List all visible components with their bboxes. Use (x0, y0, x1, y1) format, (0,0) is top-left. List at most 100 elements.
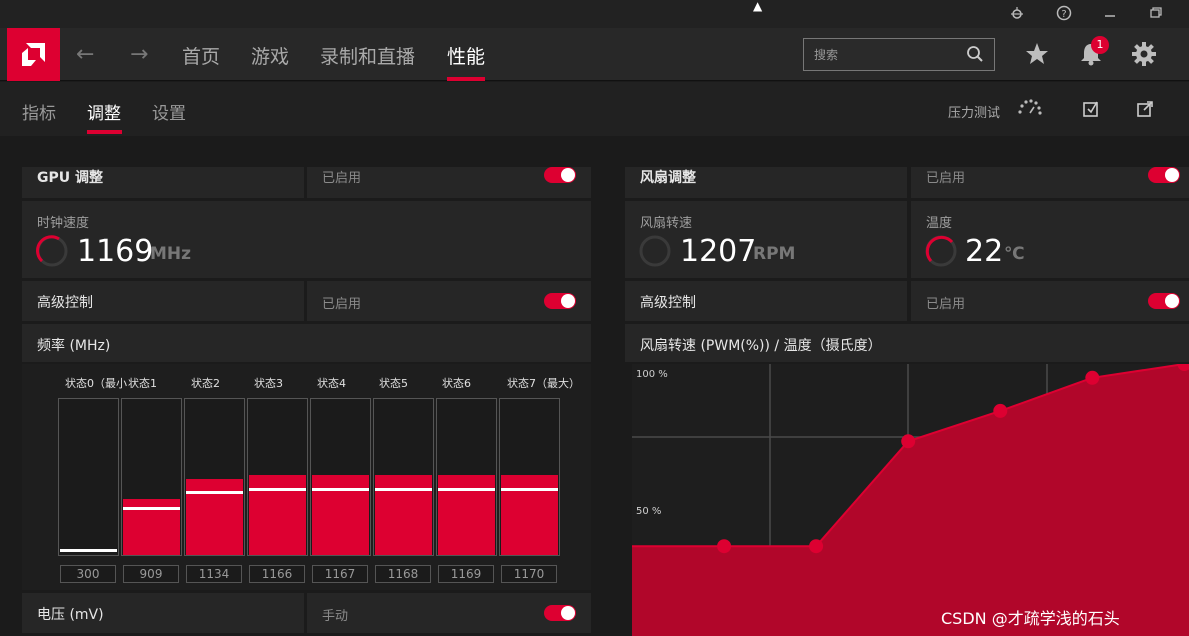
state-slider[interactable] (499, 398, 560, 556)
help-icon[interactable]: ? (1055, 5, 1073, 23)
fan-advanced-control-label: 高级控制 (640, 295, 696, 311)
state-slider-handle[interactable] (375, 488, 432, 491)
state-value-field[interactable]: 300 (60, 565, 116, 583)
section-spacer (0, 136, 1189, 167)
fan-advanced-control-row: 高级控制 (625, 281, 907, 321)
stress-test-label[interactable]: 压力测试 (948, 102, 1000, 121)
fan-tuning-header: 风扇调整 (625, 167, 907, 198)
sub-nav-bar: 指标 调整 设置 压力测试 (0, 82, 1189, 136)
temperature-value: 22 (965, 234, 1004, 269)
restore-window-icon[interactable] (1147, 5, 1165, 23)
tab-home[interactable]: 首页 (182, 42, 220, 69)
state-slider[interactable] (436, 398, 497, 556)
state-value-field[interactable]: 1169 (438, 565, 494, 583)
subtab-tuning[interactable]: 调整 (87, 99, 121, 124)
fan-curve-title: 风扇转速 (PWM(%)) / 温度（摄氏度） (640, 338, 882, 354)
fan-curve-point[interactable] (809, 539, 824, 554)
back-arrow-icon[interactable]: ← (76, 42, 94, 67)
fan-tuning-title: 风扇调整 (640, 170, 696, 186)
gpu-advanced-status: 已启用 (322, 297, 362, 312)
state-value-field[interactable]: 1134 (186, 565, 242, 583)
state-label: 状态2 (191, 377, 220, 390)
watermark: CSDN @才疏学浅的石头 (941, 609, 1120, 628)
state-value-field[interactable]: 909 (123, 565, 179, 583)
export-profile-icon[interactable] (1135, 99, 1155, 119)
state-slider[interactable] (121, 398, 182, 556)
subtab-metrics[interactable]: 指标 (22, 99, 56, 124)
state-slider[interactable] (184, 398, 245, 556)
title-bar: ▲ ? (0, 0, 1189, 28)
gpu-tuning-toggle[interactable] (544, 167, 576, 183)
state-slider-handle[interactable] (60, 549, 117, 552)
state-fill (249, 475, 306, 555)
state-value-field[interactable]: 1170 (501, 565, 557, 583)
fan-curve-svg[interactable]: 100 % 50 % (632, 357, 1189, 636)
state-slider-handle[interactable] (123, 507, 180, 510)
favorites-star-icon[interactable] (1024, 41, 1050, 67)
state-label: 状态0（最小 (65, 377, 127, 390)
fan-curve-point[interactable] (993, 403, 1008, 418)
state-fill (375, 475, 432, 555)
main-nav-bar: ← → 首页 游戏 录制和直播 性能 1 (0, 28, 1189, 81)
state-fill (438, 475, 495, 555)
state-slider[interactable] (58, 398, 119, 556)
fan-speed-unit: RPM (753, 244, 796, 264)
state-label: 状态3 (254, 377, 283, 390)
minimize-icon[interactable] (1101, 5, 1119, 23)
notification-badge: 1 (1091, 36, 1109, 54)
app-window: ▲ ? ← → 首页 游戏 录制和直播 性能 搜索 1 指标 调整 设置 压力测… (0, 0, 1189, 636)
voltage-toggle[interactable] (544, 605, 576, 621)
subtab-settings[interactable]: 设置 (152, 99, 186, 124)
fan-curve-point[interactable] (717, 539, 732, 554)
state-slider-handle[interactable] (312, 488, 369, 491)
voltage-row: 电压 (mV) (22, 593, 304, 633)
search-box[interactable] (803, 38, 995, 71)
active-subtab-indicator (87, 130, 122, 134)
state-slider-handle[interactable] (501, 488, 558, 491)
tab-record-stream[interactable]: 录制和直播 (320, 42, 415, 69)
voltage-toggle-row: 手动 (307, 593, 591, 633)
search-icon[interactable] (966, 45, 984, 63)
state-value-field[interactable]: 1168 (375, 565, 431, 583)
state-label: 状态5 (379, 377, 408, 390)
amd-logo-icon (22, 43, 45, 66)
fan-speed-gauge-icon (639, 235, 671, 267)
state-value-field[interactable]: 1167 (312, 565, 368, 583)
frequency-states-panel: 状态0（最小 300 状态1 909 状态2 1134 状态3 1166 状态4 1167 状态5 1… (22, 364, 591, 590)
clock-speed-label: 时钟速度 (37, 216, 90, 231)
temperature-label: 温度 (926, 216, 953, 231)
fan-curve-chart[interactable]: 100 % 50 % (632, 357, 1189, 636)
import-profile-icon[interactable] (1081, 99, 1101, 119)
fan-curve-point[interactable] (1085, 370, 1100, 385)
frequency-header: 频率 (MHz) (22, 324, 591, 362)
tab-performance[interactable]: 性能 (447, 42, 485, 69)
state-slider[interactable] (373, 398, 434, 556)
active-tab-indicator (447, 77, 485, 81)
y-tick-label: 50 % (636, 506, 661, 517)
fan-tuning-toggle-row: 已启用 (911, 167, 1189, 198)
gpu-advanced-toggle[interactable] (544, 293, 576, 309)
state-slider-handle[interactable] (438, 488, 495, 491)
fan-advanced-toggle[interactable] (1148, 293, 1180, 309)
amd-logo[interactable] (7, 28, 60, 81)
fan-tuning-toggle[interactable] (1148, 167, 1180, 183)
clock-speed-card: 时钟速度 1169 MHz (22, 201, 591, 278)
tab-games[interactable]: 游戏 (251, 42, 289, 69)
clock-speed-unit: MHz (150, 244, 192, 264)
fan-speed-value: 1207 (680, 234, 757, 269)
state-slider[interactable] (247, 398, 308, 556)
forward-arrow-icon[interactable]: → (130, 42, 148, 67)
fan-advanced-status: 已启用 (926, 297, 966, 312)
gpu-tuning-header: GPU 调整 (22, 167, 304, 198)
state-slider[interactable] (310, 398, 371, 556)
stress-test-gauge-icon[interactable] (1017, 99, 1043, 115)
state-slider-handle[interactable] (186, 491, 243, 494)
state-slider-handle[interactable] (249, 488, 306, 491)
search-input[interactable] (814, 45, 954, 65)
bug-report-icon[interactable] (1008, 5, 1026, 23)
fan-speed-card: 风扇转速 1207 RPM (625, 201, 907, 278)
fan-curve-point[interactable] (901, 434, 916, 449)
state-value-field[interactable]: 1166 (249, 565, 305, 583)
fan-speed-label: 风扇转速 (640, 216, 693, 231)
settings-gear-icon[interactable] (1131, 41, 1157, 67)
